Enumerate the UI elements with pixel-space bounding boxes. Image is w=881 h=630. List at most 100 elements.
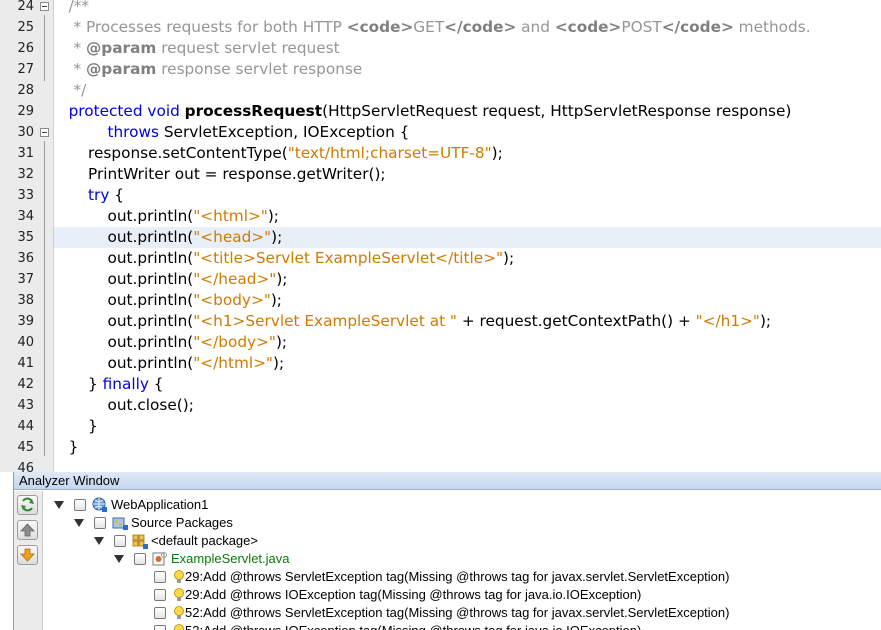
fold-toggle-icon[interactable] bbox=[40, 128, 49, 137]
tree-node-label: 29:Add @throws IOException tag(Missing @… bbox=[185, 587, 642, 602]
code-line[interactable]: * @param response servlet response bbox=[54, 59, 881, 80]
line-number: 44 bbox=[17, 419, 34, 434]
code-line-text: response.setContentType("text/html;chars… bbox=[54, 143, 503, 164]
code-token: "</head>" bbox=[193, 270, 277, 288]
code-line[interactable]: out.println("</head>"); bbox=[54, 269, 881, 290]
code-line[interactable]: out.println("<html>"); bbox=[54, 206, 881, 227]
code-line[interactable]: } bbox=[54, 416, 881, 437]
tree-node[interactable]: WebApplication1 bbox=[43, 496, 881, 514]
hint-item[interactable]: 29:Add @throws ServletException tag(Miss… bbox=[43, 568, 881, 586]
code-line-text: try { bbox=[54, 185, 124, 206]
code-token: out.println( bbox=[54, 249, 194, 267]
next-button[interactable] bbox=[17, 545, 38, 565]
code-line-text: out.println("</body>"); bbox=[54, 332, 287, 353]
code-line[interactable]: out.println("</body>"); bbox=[54, 332, 881, 353]
line-number: 36 bbox=[17, 251, 34, 266]
tree-node[interactable]: ExampleServlet.java bbox=[43, 550, 881, 568]
node-checkbox[interactable] bbox=[74, 499, 86, 511]
code-token: } bbox=[54, 417, 98, 435]
line-number: 28 bbox=[17, 83, 34, 98]
code-line[interactable]: try { bbox=[54, 185, 881, 206]
code-token: ); bbox=[759, 312, 772, 330]
source-packages-icon bbox=[112, 515, 128, 531]
code-token: out.println( bbox=[54, 228, 194, 246]
code-token: "<body>" bbox=[193, 291, 271, 309]
code-line-text: out.println("</html>"); bbox=[54, 353, 284, 374]
code-token: { bbox=[153, 375, 164, 393]
line-number: 46 bbox=[17, 461, 34, 472]
code-line[interactable]: } finally { bbox=[54, 374, 881, 395]
code-line[interactable]: * Processes requests for both HTTP <code… bbox=[54, 17, 881, 38]
expand-toggle-icon[interactable] bbox=[114, 555, 124, 563]
expand-toggle-icon[interactable] bbox=[54, 501, 64, 509]
fold-toggle-icon[interactable] bbox=[40, 2, 49, 11]
analyzer-window-title[interactable]: Analyzer Window bbox=[14, 472, 881, 490]
tree-node[interactable]: <default package> bbox=[43, 532, 881, 550]
code-token: /** bbox=[54, 0, 90, 15]
refresh-icon bbox=[21, 497, 34, 512]
code-token: * bbox=[54, 60, 86, 78]
line-number: 43 bbox=[17, 398, 34, 413]
node-checkbox[interactable] bbox=[154, 571, 166, 583]
tree-node-label: 52:Add @throws ServletException tag(Miss… bbox=[185, 605, 730, 620]
code-token: protected void bbox=[54, 102, 185, 120]
code-token: "<head>" bbox=[193, 228, 272, 246]
code-token: try bbox=[54, 186, 115, 204]
code-token: POST bbox=[621, 18, 662, 36]
hint-item[interactable]: 29:Add @throws IOException tag(Missing @… bbox=[43, 586, 881, 604]
node-checkbox[interactable] bbox=[154, 607, 166, 619]
code-line-text: out.println("<body>"); bbox=[54, 290, 282, 311]
previous-button[interactable] bbox=[17, 520, 38, 540]
code-token: * Processes requests for both HTTP bbox=[54, 18, 347, 36]
code-token: out.println( bbox=[54, 291, 194, 309]
code-line[interactable]: protected void processRequest(HttpServle… bbox=[54, 101, 881, 122]
code-line[interactable]: } bbox=[54, 437, 881, 458]
package-icon bbox=[132, 533, 148, 549]
code-line[interactable]: out.println("<h1>Servlet ExampleServlet … bbox=[54, 311, 881, 332]
node-checkbox[interactable] bbox=[114, 535, 126, 547]
code-line[interactable]: out.println("<head>"); bbox=[54, 227, 881, 248]
code-line[interactable]: response.setContentType("text/html;chars… bbox=[54, 143, 881, 164]
code-line[interactable]: */ bbox=[54, 80, 881, 101]
expand-toggle-icon[interactable] bbox=[74, 519, 84, 527]
code-line[interactable]: out.println("<title>Servlet ExampleServl… bbox=[54, 248, 881, 269]
code-token: { bbox=[114, 186, 124, 204]
code-line[interactable]: * @param request servlet request bbox=[54, 38, 881, 59]
tree-node[interactable]: Source Packages bbox=[43, 514, 881, 532]
code-line[interactable]: PrintWriter out = response.getWriter(); bbox=[54, 164, 881, 185]
code-line-text: } bbox=[54, 416, 98, 437]
node-checkbox[interactable] bbox=[94, 517, 106, 529]
code-line[interactable]: throws ServletException, IOException { bbox=[54, 122, 881, 143]
code-line-text: * @param request servlet request bbox=[54, 38, 340, 59]
code-token: processRequest bbox=[184, 102, 323, 120]
line-number: 30 bbox=[17, 125, 34, 140]
code-token: ); bbox=[270, 291, 282, 309]
tree-node-label: <default package> bbox=[151, 533, 258, 548]
hint-item[interactable]: 52:Add @throws ServletException tag(Miss… bbox=[43, 604, 881, 622]
code-line-text: * Processes requests for both HTTP <code… bbox=[54, 17, 810, 38]
node-checkbox[interactable] bbox=[134, 553, 146, 565]
code-token: ServletException, IOException { bbox=[163, 123, 410, 141]
code-token: request servlet request bbox=[156, 39, 340, 57]
analyzer-toolbar bbox=[14, 491, 43, 630]
node-checkbox[interactable] bbox=[154, 589, 166, 601]
line-number: 26 bbox=[17, 41, 34, 56]
refresh-button[interactable] bbox=[17, 495, 38, 515]
code-token: + request.getContextPath() + bbox=[456, 312, 696, 330]
next-arrow-icon bbox=[20, 548, 35, 562]
code-line[interactable] bbox=[54, 458, 881, 472]
analyzer-tree: WebApplication1 Source Packages <default p… bbox=[43, 491, 881, 630]
code-token: out.println( bbox=[54, 333, 194, 351]
code-line[interactable]: out.println("<body>"); bbox=[54, 290, 881, 311]
code-token: </code> bbox=[661, 18, 734, 36]
tree-node-label: 52:Add @throws IOException tag(Missing @… bbox=[185, 622, 641, 630]
line-number: 45 bbox=[17, 440, 34, 455]
expand-toggle-icon[interactable] bbox=[94, 537, 104, 545]
code-line[interactable]: out.println("</html>"); bbox=[54, 353, 881, 374]
hint-item[interactable]: 52:Add @throws IOException tag(Missing @… bbox=[43, 622, 881, 630]
code-line[interactable]: out.close(); bbox=[54, 395, 881, 416]
code-line[interactable]: /** bbox=[54, 0, 881, 17]
node-checkbox[interactable] bbox=[154, 625, 166, 630]
code-editor[interactable]: 24 25 26 27 28 29 30 31 32 33 34 35 36 37 38 39 40 41 42 43… bbox=[0, 0, 881, 472]
code-token: "</body>" bbox=[193, 333, 276, 351]
